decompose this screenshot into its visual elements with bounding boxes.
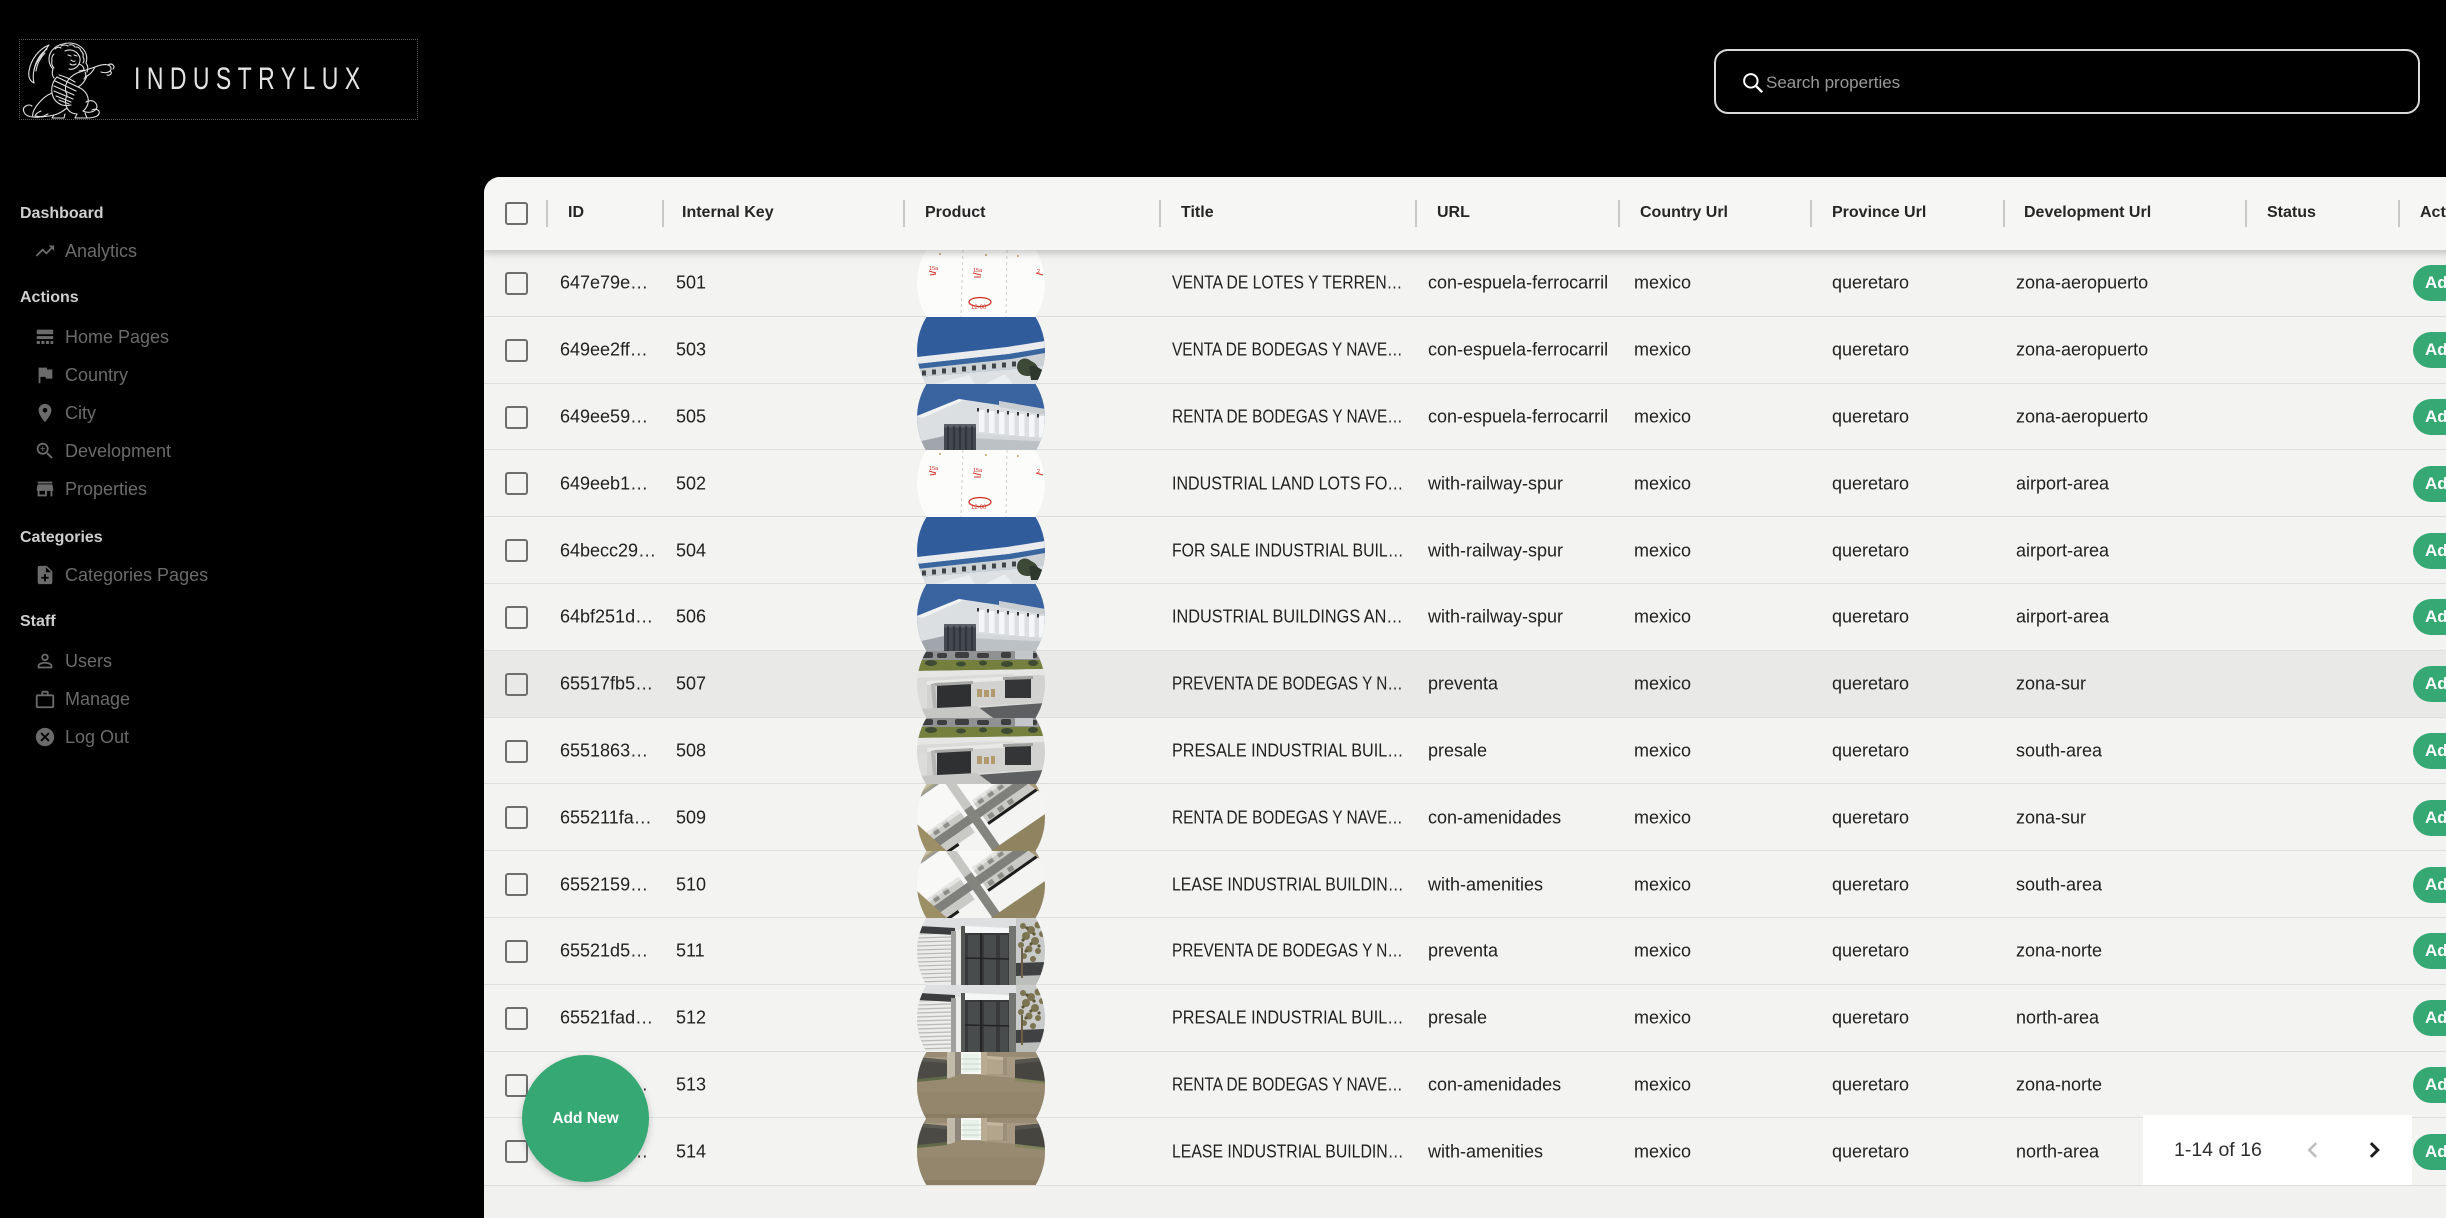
svg-text:12-00: 12-00 [971,505,987,511]
svg-text:15a: 15a [929,266,939,272]
svg-text:12-00: 12-00 [971,305,987,311]
svg-text:2: 2 [1037,269,1040,275]
svg-text:15a: 15a [929,466,939,472]
svg-text:2: 2 [1037,469,1040,475]
svg-text:15a: 15a [973,268,983,274]
svg-text:15a: 15a [973,468,983,474]
